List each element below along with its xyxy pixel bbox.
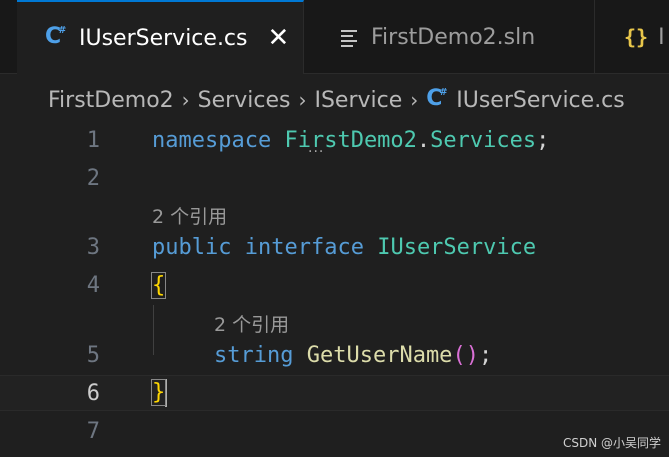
tab-iuserservice[interactable]: C # IUserService.cs ✕	[17, 0, 304, 74]
tab-firstdemo2-sln[interactable]: FirstDemo2.sln	[305, 0, 595, 74]
code-line[interactable]: 3 public interface IUserService	[0, 229, 669, 265]
breadcrumb-item[interactable]: FirstDemo2	[48, 88, 174, 113]
tab-label: FirstDemo2.sln	[371, 24, 536, 50]
code-line[interactable]: 1 namespace FirstDemo2.Services; ···	[0, 122, 669, 161]
line-number: 7	[86, 418, 100, 444]
tab-label: I	[658, 24, 665, 50]
breadcrumb-item[interactable]: IService	[314, 88, 402, 113]
chevron-right-icon: ›	[298, 88, 307, 112]
line-code: public interface IUserService	[152, 234, 537, 260]
breadcrumb-item[interactable]: Services	[198, 88, 291, 113]
hint-dots: ···	[308, 144, 325, 160]
solution-icon	[341, 28, 357, 47]
line-number: 3	[86, 234, 100, 260]
tab-bar: C # IUserService.cs ✕ FirstDemo2.sln {} I	[0, 0, 669, 74]
text-cursor	[165, 379, 168, 407]
close-icon[interactable]: ✕	[268, 25, 290, 51]
line-number: 5	[86, 342, 100, 368]
line-number: 1	[86, 127, 100, 153]
line-code: string GetUserName();	[214, 342, 493, 368]
chevron-right-icon: ›	[181, 88, 190, 112]
code-line[interactable]: 4 {	[0, 267, 669, 303]
json-icon: {}	[624, 25, 649, 49]
code-line[interactable]: 2	[0, 160, 669, 196]
csharp-icon: C #	[426, 86, 448, 111]
line-code: {	[150, 271, 167, 299]
line-number: 6	[86, 380, 100, 406]
tab-label: IUserService.cs	[79, 25, 248, 51]
code-line-current[interactable]: 6 }	[0, 375, 669, 411]
line-number: 2	[86, 165, 100, 191]
line-number: 4	[86, 272, 100, 298]
codelens-references[interactable]: 2 个引用	[214, 310, 289, 337]
watermark: CSDN @小吴同学	[562, 436, 661, 450]
line-code: namespace FirstDemo2.Services;	[152, 127, 550, 153]
csharp-icon: C #	[45, 24, 67, 49]
chevron-right-icon: ›	[410, 88, 419, 112]
code-line[interactable]: 5 string GetUserName();	[0, 337, 669, 373]
breadcrumb-item[interactable]: IUserService.cs	[456, 88, 625, 113]
tab-json-file[interactable]: {} I	[596, 0, 669, 74]
code-editor[interactable]: 1 namespace FirstDemo2.Services; ··· 2 2…	[0, 120, 669, 457]
line-code: }	[150, 379, 168, 407]
codelens-references[interactable]: 2 个引用	[152, 202, 227, 229]
breadcrumb: FirstDemo2 › Services › IService › C # IU…	[48, 82, 625, 118]
